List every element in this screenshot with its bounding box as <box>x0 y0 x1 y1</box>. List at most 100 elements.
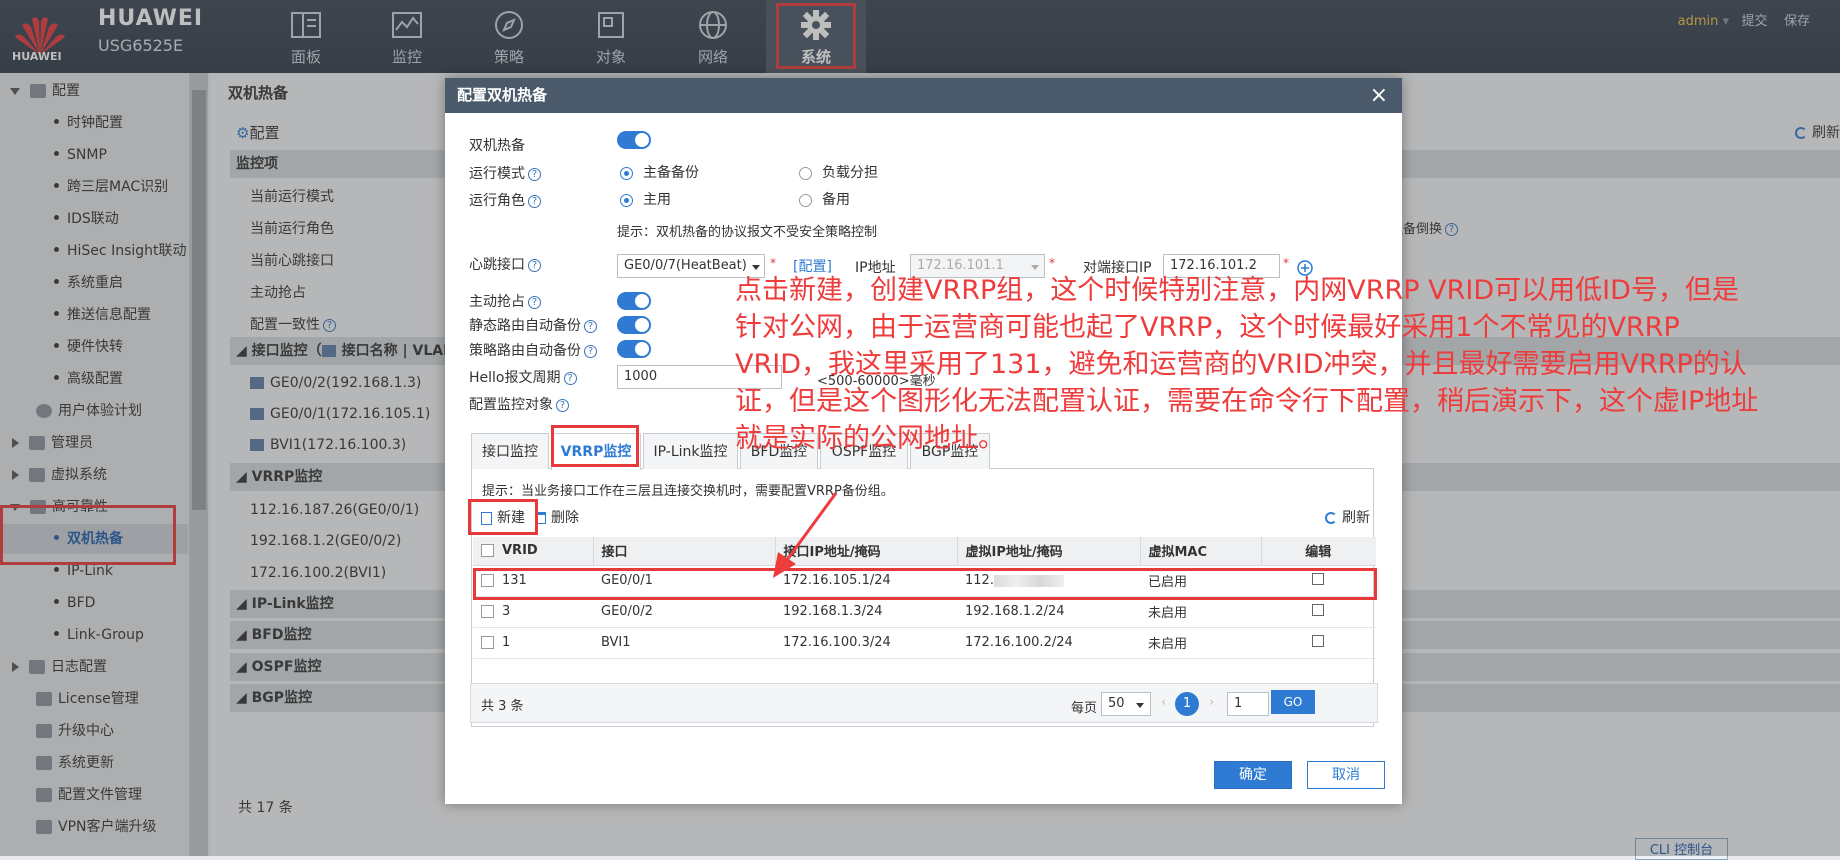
preempt-toggle[interactable] <box>617 292 651 310</box>
mode-active-standby-radio[interactable]: 主备备份 <box>620 162 699 182</box>
hello-label-text: Hello报文周期 <box>469 370 561 386</box>
hot-standby-label: 双机热备 <box>469 138 525 154</box>
mode-label-text: 运行模式 <box>469 166 525 182</box>
help-icon[interactable]: ? <box>528 167 541 181</box>
vrid-cell: 3 <box>473 596 593 628</box>
monitor-object-label: 配置监控对象? <box>469 394 569 414</box>
edit-icon[interactable] <box>1312 603 1324 616</box>
edit-cell <box>1261 596 1376 628</box>
mode-load-balance-radio[interactable]: 负载分担 <box>799 162 878 182</box>
heartbeat-label-text: 心跳接口 <box>469 257 525 273</box>
column-vrid-label: VRID <box>502 543 538 559</box>
next-page-icon[interactable]: › <box>1209 695 1214 710</box>
cancel-button[interactable]: 取消 <box>1307 761 1385 789</box>
column-header-edit: 编辑 <box>1261 537 1376 566</box>
mac-cell: 未启用 <box>1140 627 1261 659</box>
edit-cell <box>1261 627 1376 659</box>
policy-route-label-text: 策略路由自动备份 <box>469 343 581 359</box>
total-count: 共 3 条 <box>481 699 524 714</box>
vrid-cell: 1 <box>473 627 593 659</box>
delete-label: 删除 <box>551 510 579 526</box>
static-route-label: 静态路由自动备份? <box>469 315 597 335</box>
radio-dot <box>799 193 812 207</box>
annotation-highlight-row <box>473 568 1377 600</box>
help-icon[interactable]: ? <box>528 295 541 309</box>
role-active-radio[interactable]: 主用 <box>620 189 671 209</box>
dialog-header: 配置双机热备 × <box>445 78 1402 113</box>
table-header-row: VRID 接口 接口IP地址/掩码 虚拟IP地址/掩码 虚拟MAC 编辑 <box>473 537 1376 566</box>
monitor-object-label-text: 配置监控对象 <box>469 397 553 413</box>
help-icon[interactable]: ? <box>584 344 597 358</box>
page-1-button[interactable]: 1 <box>1175 692 1199 716</box>
column-header-vrid: VRID <box>473 537 594 566</box>
mode-label: 运行模式? <box>469 163 541 183</box>
help-icon[interactable]: ? <box>528 194 541 208</box>
confirm-button[interactable]: 确定 <box>1214 761 1292 789</box>
policy-hint: 提示：双机热备的协议报文不受安全策略控制 <box>617 225 878 240</box>
radio-dot <box>620 166 633 180</box>
dialog-title: 配置双机热备 <box>457 86 548 104</box>
static-route-toggle[interactable] <box>617 316 651 334</box>
edit-icon[interactable] <box>1312 634 1324 647</box>
table-row[interactable]: 1 BVI1 172.16.100.3/24 172.16.100.2/24 未… <box>473 627 1376 659</box>
annotation-highlight-vrrp-tab <box>551 425 639 467</box>
prev-page-icon[interactable]: ‹ <box>1161 695 1166 710</box>
row-checkbox[interactable] <box>481 636 494 649</box>
help-icon[interactable]: ? <box>563 371 577 385</box>
vip-cell: 192.168.1.2/24 <box>957 596 1140 628</box>
required-mark: * <box>770 256 776 270</box>
tab-interface-monitor[interactable]: 接口监控 <box>471 433 549 469</box>
required-mark: * <box>1049 256 1055 270</box>
column-header-mac: 虚拟MAC <box>1140 537 1262 566</box>
help-icon[interactable]: ? <box>584 319 597 333</box>
radio-dot <box>620 193 633 207</box>
column-header-interface: 接口 <box>593 537 776 566</box>
radio-label: 主用 <box>643 192 671 208</box>
radio-dot <box>799 166 812 180</box>
radio-label: 主备备份 <box>643 165 699 181</box>
policy-route-label: 策略路由自动备份? <box>469 340 597 360</box>
tab-iplink-monitor[interactable]: IP-Link监控 <box>643 433 738 469</box>
hello-label: Hello报文周期? <box>469 367 577 387</box>
ip-cell: 192.168.1.3/24 <box>775 596 957 628</box>
preempt-label-text: 主动抢占 <box>469 294 525 310</box>
delete-button[interactable]: 删除 <box>536 507 579 527</box>
annotation-highlight-new <box>468 499 538 535</box>
vrid-value: 3 <box>502 604 511 619</box>
annotation-arrow-icon <box>773 492 838 578</box>
role-standby-radio[interactable]: 备用 <box>799 189 850 209</box>
chevron-down-icon <box>752 265 760 270</box>
chevron-down-icon <box>1031 265 1039 270</box>
page-jump-input[interactable]: 1 <box>1227 692 1269 716</box>
column-header-vip: 虚拟IP地址/掩码 <box>957 537 1141 566</box>
table-footer: 共 3 条 每页 50 ‹ 1 › 1 GO <box>470 683 1378 723</box>
required-mark: * <box>1283 256 1289 270</box>
refresh-label: 刷新 <box>1342 510 1370 526</box>
heartbeat-label: 心跳接口? <box>469 254 541 274</box>
go-button[interactable]: GO <box>1271 690 1315 714</box>
help-icon[interactable]: ? <box>556 398 569 412</box>
vip-cell: 172.16.100.2/24 <box>957 627 1140 659</box>
table-refresh-button[interactable]: 刷新 <box>1325 507 1370 527</box>
per-page-label: 每页 <box>1071 701 1098 716</box>
table-row[interactable]: 3 GE0/0/2 192.168.1.3/24 192.168.1.2/24 … <box>473 596 1376 628</box>
interface-cell: BVI1 <box>593 627 775 659</box>
policy-route-toggle[interactable] <box>617 340 651 358</box>
row-checkbox[interactable] <box>481 605 494 618</box>
close-icon[interactable]: × <box>1370 78 1388 113</box>
preempt-label: 主动抢占? <box>469 291 541 311</box>
role-label-text: 运行角色 <box>469 193 525 209</box>
static-route-label-text: 静态路由自动备份 <box>469 318 581 334</box>
vrid-value: 1 <box>502 635 511 650</box>
help-icon[interactable]: ? <box>528 258 541 272</box>
refresh-icon <box>1325 512 1337 524</box>
role-label: 运行角色? <box>469 190 541 210</box>
hot-standby-toggle[interactable] <box>617 131 651 149</box>
radio-label: 负载分担 <box>822 165 878 181</box>
chevron-down-icon <box>1136 703 1144 708</box>
interface-cell: GE0/0/2 <box>593 596 775 628</box>
select-all-checkbox[interactable] <box>481 544 494 558</box>
radio-label: 备用 <box>822 192 850 208</box>
ip-cell: 172.16.100.3/24 <box>775 627 957 659</box>
annotation-text: 点击新建，创建VRRP组，这个时候特别注意，内网VRRP VRID可以用低ID号… <box>735 275 1759 454</box>
